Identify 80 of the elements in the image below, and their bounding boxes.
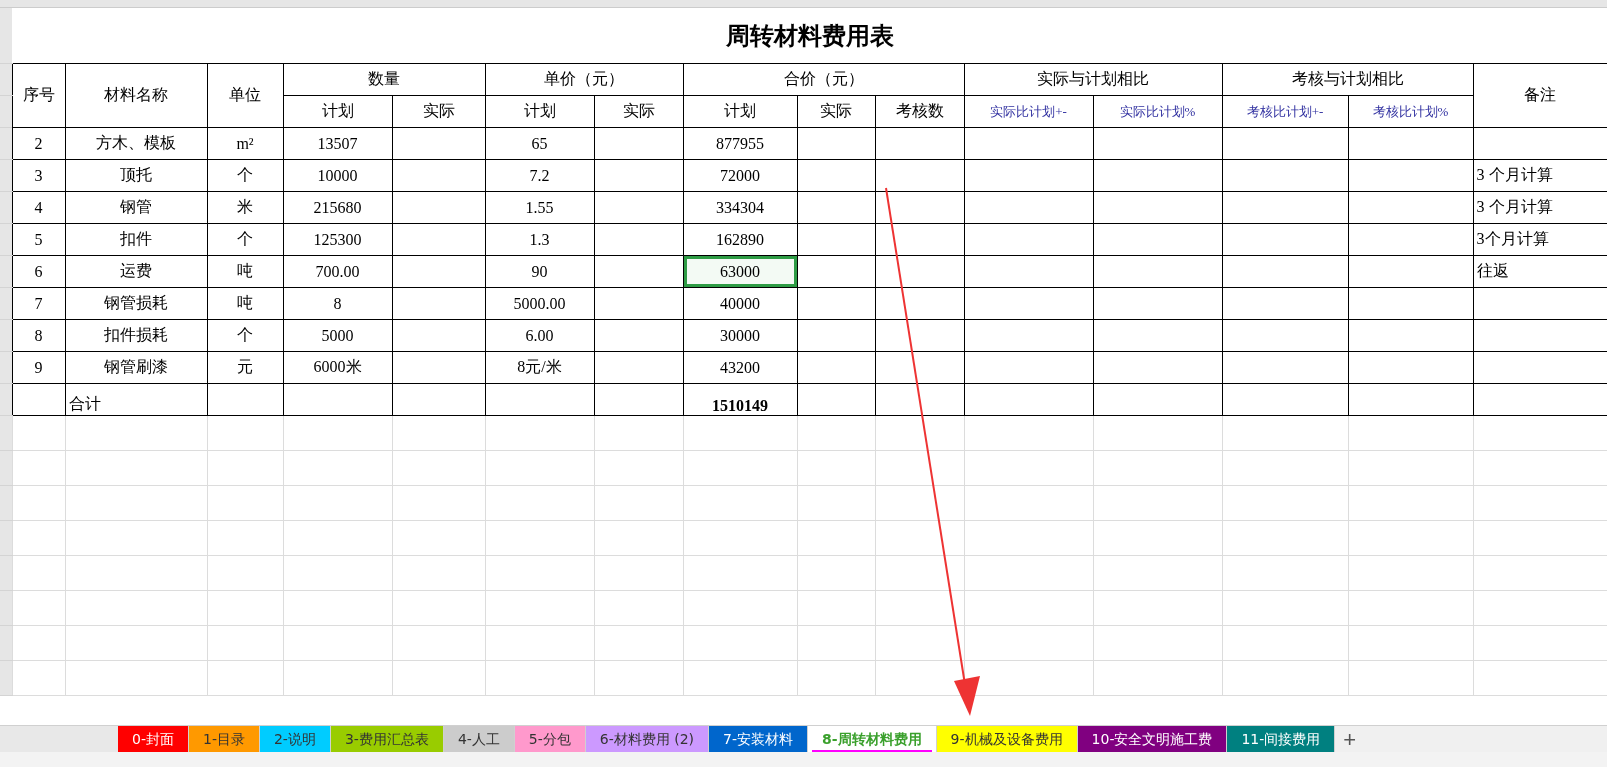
table-cell: 3 xyxy=(12,159,65,192)
header-cell: 实际比计划% xyxy=(1093,95,1222,128)
table-cell: 顶托 xyxy=(65,159,207,192)
sheet-tab[interactable]: 6-材料费用 (2) xyxy=(585,726,710,753)
table-cell: 个 xyxy=(207,223,283,256)
table-cell: 6 xyxy=(12,255,65,288)
table-cell: 钢管刷漆 xyxy=(65,351,207,384)
table-cell: 7 xyxy=(12,287,65,320)
table-cell: m² xyxy=(207,127,283,160)
table-cell: 700.00 xyxy=(283,255,392,288)
table-cell: 5 xyxy=(12,223,65,256)
table-cell: 个 xyxy=(207,319,283,352)
table-cell: 6.00 xyxy=(485,319,594,352)
table-cell[interactable]: 43200 xyxy=(683,351,797,384)
table-cell: 个 xyxy=(207,159,283,192)
header-cell: 计划 xyxy=(283,95,392,128)
table-cell: 合计 xyxy=(65,383,207,416)
header-cell: 实际比计划+- xyxy=(964,95,1093,128)
table-cell: 1510149 xyxy=(683,383,797,416)
table-cell: 90 xyxy=(485,255,594,288)
header-cell: 实际 xyxy=(392,95,485,128)
header-cell: 计划 xyxy=(683,95,797,128)
table-cell: 钢管损耗 xyxy=(65,287,207,320)
sheet-tab[interactable]: 4-人工 xyxy=(443,726,515,753)
sheet-tab[interactable]: 7-安装材料 xyxy=(709,726,809,753)
add-sheet-button[interactable]: + xyxy=(1335,726,1365,753)
table-cell: 吨 xyxy=(207,255,283,288)
sheet-tab[interactable]: 2-说明 xyxy=(259,726,331,753)
header-cell: 实际 xyxy=(594,95,683,128)
table-cell: 125300 xyxy=(283,223,392,256)
header-cell: 材料名称 xyxy=(65,63,207,128)
table-cell[interactable]: 63000 xyxy=(683,255,797,288)
table-cell: 2 xyxy=(12,127,65,160)
table-cell: 8 xyxy=(12,319,65,352)
table-cell: 方木、模板 xyxy=(65,127,207,160)
table-cell: 215680 xyxy=(283,191,392,224)
table-cell: 1.55 xyxy=(485,191,594,224)
table-cell: 65 xyxy=(485,127,594,160)
table-cell[interactable]: 30000 xyxy=(683,319,797,352)
header-cell: 数量 xyxy=(283,63,485,96)
sheet-title: 周转材料费用表 xyxy=(725,21,894,50)
header-cell: 考核与计划相比 xyxy=(1222,63,1473,96)
table-cell: 扣件 xyxy=(65,223,207,256)
header-cell: 单位 xyxy=(207,63,283,128)
table-cell: 7.2 xyxy=(485,159,594,192)
sheet-tab[interactable]: 11-间接费用 xyxy=(1227,726,1336,753)
sheet-tab[interactable]: 5-分包 xyxy=(514,726,586,753)
table-cell: 扣件损耗 xyxy=(65,319,207,352)
sheet-tab[interactable]: 3-费用汇总表 xyxy=(330,726,444,753)
sheet-tab[interactable]: 9-机械及设备费用 xyxy=(936,726,1078,753)
table-cell: 10000 xyxy=(283,159,392,192)
sheet-tab[interactable]: 0-封面 xyxy=(118,726,189,753)
table-cell: 元 xyxy=(207,351,283,384)
table-cell: 13507 xyxy=(283,127,392,160)
table-cell: 5000 xyxy=(283,319,392,352)
table-cell[interactable]: 334304 xyxy=(683,191,797,224)
table-cell[interactable]: 162890 xyxy=(683,223,797,256)
table-cell: 米 xyxy=(207,191,283,224)
table-cell: 6000米 xyxy=(283,351,392,384)
header-cell: 合价（元） xyxy=(683,63,964,96)
header-cell: 实际 xyxy=(797,95,875,128)
table-cell: 运费 xyxy=(65,255,207,288)
table-cell: 9 xyxy=(12,351,65,384)
table-cell[interactable]: 72000 xyxy=(683,159,797,192)
header-cell: 实际与计划相比 xyxy=(964,63,1222,96)
table-cell: 钢管 xyxy=(65,191,207,224)
table-cell[interactable]: 40000 xyxy=(683,287,797,320)
sheet-tab[interactable]: 1-目录 xyxy=(188,726,260,753)
table-cell: 吨 xyxy=(207,287,283,320)
table-cell: 8元/米 xyxy=(485,351,594,384)
table-cell[interactable]: 877955 xyxy=(683,127,797,160)
table-cell: 4 xyxy=(12,191,65,224)
header-cell: 考核比计划+- xyxy=(1222,95,1348,128)
header-cell: 单价（元） xyxy=(485,63,683,96)
header-cell: 考核数 xyxy=(875,95,964,128)
table-cell: 8 xyxy=(283,287,392,320)
header-cell: 计划 xyxy=(485,95,594,128)
table-cell: 5000.00 xyxy=(485,287,594,320)
sheet-tab[interactable]: 10-安全文明施工费 xyxy=(1077,726,1228,753)
table-cell: 1.3 xyxy=(485,223,594,256)
